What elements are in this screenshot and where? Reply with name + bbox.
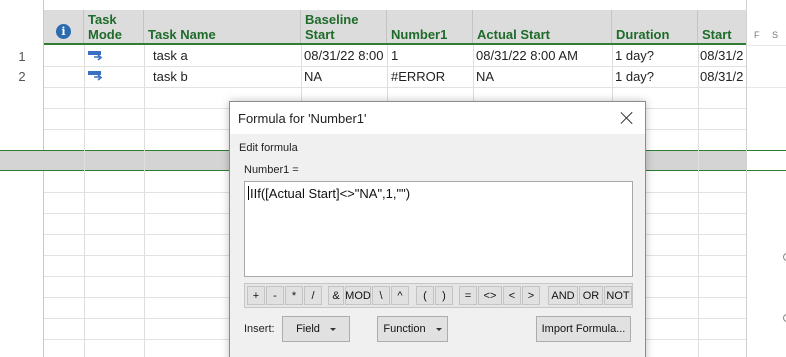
- column-header-start[interactable]: Start: [698, 10, 746, 43]
- row-header-strip: 1 2: [0, 0, 44, 357]
- task-mode-label-line2: Mode: [88, 27, 122, 42]
- operator-mod-button[interactable]: MOD: [345, 286, 371, 305]
- grid-hline: [44, 87, 746, 88]
- open-paren-button[interactable]: (: [416, 286, 434, 305]
- field-label: Number1 =: [244, 164, 299, 176]
- gutter-line: [747, 87, 786, 88]
- formula-dialog: Formula for 'Number1' Edit formula Numbe…: [229, 101, 646, 357]
- operator-int-divide-button[interactable]: \: [372, 286, 390, 305]
- dialog-title-bar[interactable]: Formula for 'Number1': [230, 102, 645, 134]
- number1-cell[interactable]: #ERROR: [391, 69, 445, 84]
- operator-and-button[interactable]: AND: [548, 286, 578, 305]
- grid-vline: [144, 45, 145, 357]
- start-cell[interactable]: 08/31/2: [700, 48, 746, 63]
- column-header-indicators[interactable]: i: [44, 10, 84, 43]
- column-header-duration[interactable]: Duration: [612, 10, 698, 43]
- function-dropdown-button[interactable]: Function: [377, 316, 448, 342]
- auto-scheduled-task-icon[interactable]: [88, 50, 104, 62]
- column-header-actual-start[interactable]: Actual Start: [473, 10, 612, 43]
- dropdown-arrow-icon: [329, 327, 336, 331]
- dialog-title: Formula for 'Number1': [238, 111, 367, 126]
- formula-input[interactable]: IIf([Actual Start]<>"NA",1,""): [244, 181, 633, 277]
- operator-divide-button[interactable]: /: [304, 286, 322, 305]
- import-formula-button[interactable]: Import Formula...: [536, 316, 631, 342]
- field-button-label: Field: [296, 323, 320, 335]
- column-header-task-mode[interactable]: Task Mode: [84, 10, 144, 43]
- text-caret: [248, 186, 249, 200]
- baseline-start-cell[interactable]: NA: [304, 69, 322, 84]
- operator-less-than-button[interactable]: <: [503, 286, 521, 305]
- task-mode-label-line1: Task: [88, 12, 117, 27]
- row-number[interactable]: 1: [0, 49, 44, 64]
- column-header-row: i Task Mode Task Name Baseline Start Num…: [44, 10, 746, 45]
- grid-vline: [698, 45, 699, 357]
- duration-cell[interactable]: 1 day?: [615, 48, 654, 63]
- duration-cell[interactable]: 1 day?: [615, 69, 654, 84]
- operator-minus-button[interactable]: -: [266, 286, 284, 305]
- operator-plus-button[interactable]: +: [247, 286, 265, 305]
- grid-hline: [44, 66, 746, 67]
- baseline-start-cell[interactable]: 08/31/22 8:00: [304, 48, 386, 63]
- info-icon: i: [56, 24, 71, 39]
- gantt-chart-edge: F S: [746, 0, 786, 357]
- dropdown-arrow-icon: [435, 327, 442, 331]
- actual-start-cell[interactable]: 08/31/22 8:00 AM: [476, 48, 578, 63]
- operator-power-button[interactable]: ^: [391, 286, 409, 305]
- auto-scheduled-task-icon[interactable]: [88, 70, 104, 82]
- close-icon[interactable]: [617, 108, 637, 128]
- column-header-number1[interactable]: Number1: [387, 10, 473, 43]
- column-header-task-name[interactable]: Task Name: [144, 10, 301, 43]
- grid-vline: [84, 45, 85, 357]
- operator-greater-than-button[interactable]: >: [522, 286, 540, 305]
- operator-not-equal-button[interactable]: <>: [478, 286, 502, 305]
- actual-start-cell[interactable]: NA: [476, 69, 494, 84]
- operator-or-button[interactable]: OR: [579, 286, 603, 305]
- operator-not-button[interactable]: NOT: [604, 286, 632, 305]
- gutter-line: [747, 45, 786, 46]
- row-number[interactable]: 2: [0, 69, 44, 84]
- task-name-cell[interactable]: task a: [153, 48, 188, 63]
- operator-toolbar: + - * / & MOD \ ^ ( ) = <> < > AND OR NO…: [244, 283, 633, 308]
- start-cell[interactable]: 08/31/2: [700, 69, 746, 84]
- operator-equals-button[interactable]: =: [459, 286, 477, 305]
- operator-multiply-button[interactable]: *: [285, 286, 303, 305]
- field-dropdown-button[interactable]: Field: [282, 316, 350, 342]
- function-button-label: Function: [383, 323, 426, 335]
- number1-cell[interactable]: 1: [391, 48, 398, 63]
- close-paren-button[interactable]: ): [435, 286, 453, 305]
- timescale-header: F S: [754, 30, 784, 40]
- task-name-cell[interactable]: task b: [153, 69, 188, 84]
- gutter-selected-row: [747, 150, 786, 171]
- column-header-baseline-start[interactable]: Baseline Start: [301, 10, 387, 43]
- formula-text: IIf([Actual Start]<>"NA",1,""): [250, 186, 411, 201]
- edit-formula-label: Edit formula: [239, 142, 298, 154]
- insert-label: Insert:: [244, 323, 275, 335]
- operator-concat-button[interactable]: &: [328, 286, 344, 305]
